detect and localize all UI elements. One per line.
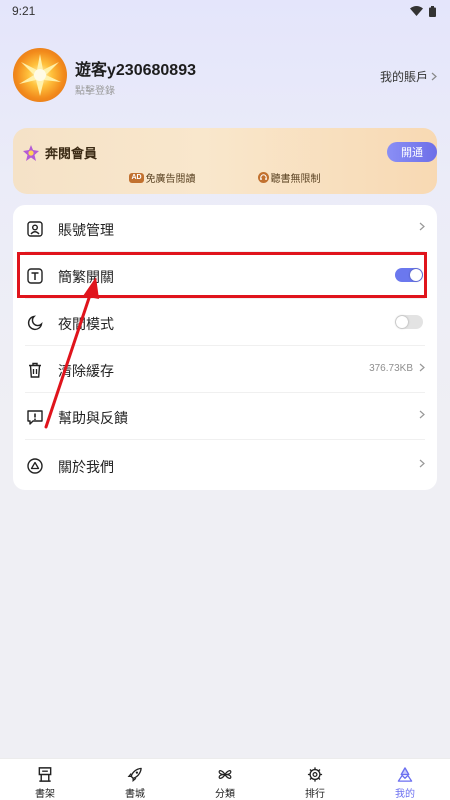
chevron-right-icon (419, 459, 425, 468)
tab-bookstore[interactable]: 書城 (90, 759, 180, 800)
rocket-icon (127, 767, 142, 782)
profile-tab-icon (397, 767, 413, 782)
ad-badge-icon: AD (129, 172, 144, 183)
perk-ad-free: AD 免廣告閱讀 (129, 170, 196, 185)
perk-ad-free-label: 免廣告閱讀 (145, 174, 196, 185)
menu-item-simplified-traditional-switch[interactable]: 簡繁開關 (13, 252, 437, 299)
chevron-right-icon (431, 72, 437, 81)
simplified-traditional-toggle[interactable] (395, 268, 423, 282)
vip-membership-card[interactable]: 奔閱會員 開通 AD 免廣告閱讀 聽書無限制 (13, 128, 437, 194)
chevron-right-icon (419, 410, 425, 419)
text-t-icon (27, 268, 43, 284)
person-square-icon (27, 221, 43, 237)
about-icon (27, 458, 43, 474)
profile-header[interactable]: 遊客y230680893 點擊登錄 我的賬戶 (13, 46, 437, 108)
tab-label: 排行 (305, 789, 325, 800)
status-bar: 9:21 (0, 0, 450, 22)
status-time: 9:21 (12, 4, 36, 18)
wifi-icon (410, 6, 423, 16)
tab-label: 書架 (35, 789, 55, 800)
toggle-knob (410, 269, 422, 281)
feedback-icon (27, 410, 43, 425)
gear-rank-icon (307, 767, 323, 782)
menu-item-label: 清除緩存 (58, 363, 114, 379)
login-hint[interactable]: 點擊登錄 (75, 82, 115, 97)
menu-item-label: 幫助與反饋 (58, 410, 128, 426)
bookshelf-icon (38, 767, 52, 782)
cache-size-value: 376.73KB (369, 363, 413, 374)
menu-item-account-management[interactable]: 賬號管理 (13, 205, 437, 252)
menu-item-clear-cache[interactable]: 清除緩存 376.73KB (13, 346, 437, 393)
menu-item-label: 夜間模式 (58, 316, 114, 332)
headphone-icon (257, 172, 269, 183)
avatar-star-icon (19, 54, 61, 96)
trash-icon (29, 362, 41, 378)
menu-item-help-feedback[interactable]: 幫助與反饋 (13, 393, 437, 440)
menu-item-label: 簡繁開關 (58, 269, 114, 285)
settings-menu: 賬號管理 簡繁開關 夜間模式 清除緩存 376.73KB 幫助與反饋 關於我們 (13, 205, 437, 490)
vip-title: 奔閱會員 (23, 143, 97, 162)
perk-audio: 聽書無限制 (257, 170, 321, 185)
username: 遊客y230680893 (75, 62, 196, 79)
chevron-right-icon (419, 363, 425, 372)
vip-gem-icon (23, 144, 39, 161)
vip-perks: AD 免廣告閱讀 聽書無限制 (13, 170, 437, 185)
battery-icon (429, 5, 436, 17)
divider (25, 439, 425, 440)
tab-label: 我的 (395, 789, 415, 800)
tab-ranking[interactable]: 排行 (270, 759, 360, 800)
my-account-label: 我的賬戶 (379, 70, 428, 84)
avatar[interactable] (13, 48, 67, 102)
menu-item-label: 關於我們 (58, 459, 114, 475)
tab-bookshelf[interactable]: 書架 (0, 759, 90, 800)
toggle-knob (396, 316, 408, 328)
vip-title-label: 奔閱會員 (45, 146, 98, 161)
tab-label: 書城 (125, 789, 145, 800)
tab-mine[interactable]: 我的 (360, 759, 450, 800)
vip-open-button[interactable]: 開通 (387, 142, 437, 162)
night-mode-toggle[interactable] (395, 315, 423, 329)
menu-item-about-us[interactable]: 關於我們 (13, 442, 437, 489)
chevron-right-icon (419, 222, 425, 231)
tab-label: 分類 (215, 789, 235, 800)
status-icons (410, 5, 436, 17)
category-icon (218, 770, 232, 779)
tab-category[interactable]: 分類 (180, 759, 270, 800)
moon-icon (27, 315, 43, 331)
bottom-nav: 書架 書城 分類 排行 我的 (0, 758, 450, 800)
menu-item-night-mode[interactable]: 夜間模式 (13, 299, 437, 346)
menu-item-label: 賬號管理 (58, 222, 114, 238)
perk-audio-label: 聽書無限制 (270, 174, 321, 185)
my-account-link[interactable]: 我的賬戶 (380, 68, 437, 85)
